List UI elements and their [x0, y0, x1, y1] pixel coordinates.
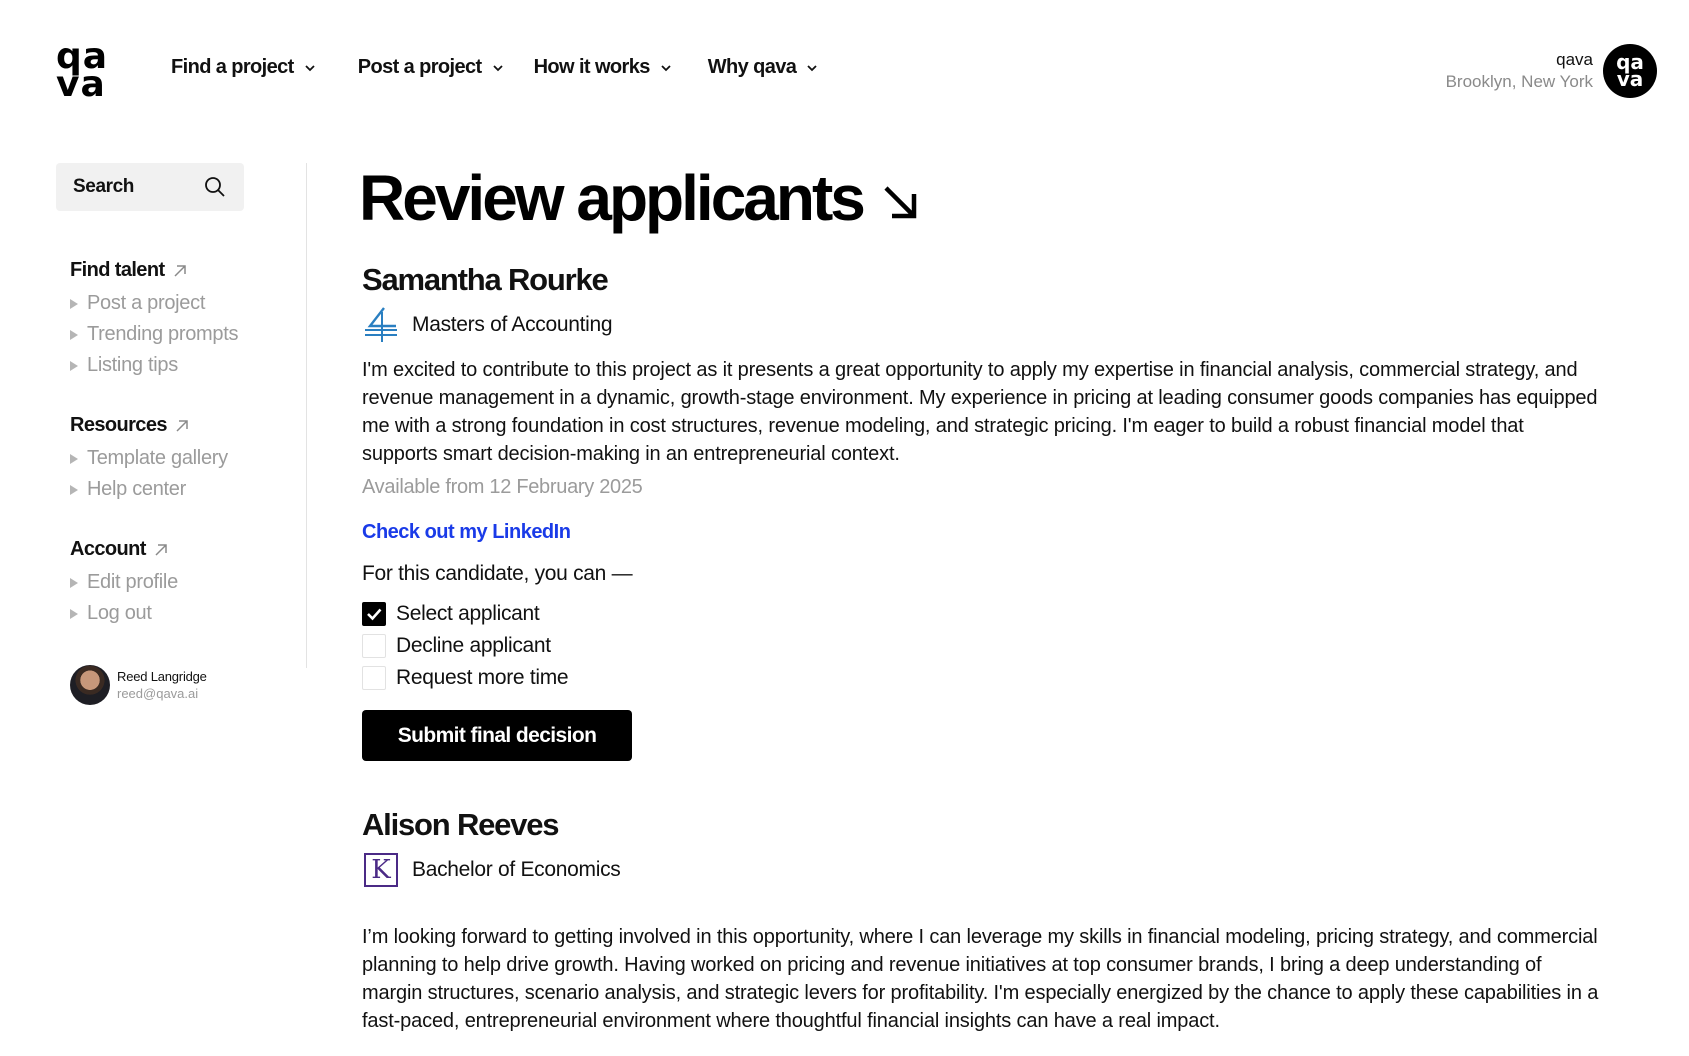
qava-logo[interactable]: qa va [56, 39, 114, 105]
nav-post-a-project[interactable]: Post a project [358, 56, 504, 79]
top-nav: Find a project Post a project How it wor… [171, 56, 854, 79]
submit-decision-button[interactable]: Submit final decision [362, 710, 632, 761]
sidebar-item-help-center[interactable]: Help center [70, 474, 228, 505]
user-info: Reed Langridge reed@qava.ai [117, 668, 207, 702]
search-input[interactable]: Search [56, 163, 244, 211]
avatar [70, 665, 110, 705]
nav-label: Post a project [357, 56, 482, 78]
sidebar-item-edit-profile[interactable]: Edit profile [70, 567, 178, 598]
arrow-down-right-icon [884, 186, 917, 219]
search-label: Search [73, 176, 134, 197]
applicant-card: Samantha Rourke Masters of Accounting I'… [362, 260, 1632, 761]
applicant-degree: K Bachelor of Economics [362, 851, 1632, 889]
checkmark-icon [367, 608, 382, 621]
sidebar-section-resources: Resources Template gallery Help center [56, 414, 228, 505]
nav-find-a-project[interactable]: Find a project [171, 56, 316, 79]
chevron-down-icon [807, 64, 817, 71]
option-request-more-time[interactable]: Request more time [362, 662, 1632, 694]
linkedin-link[interactable]: Check out my LinkedIn [362, 521, 571, 544]
option-label: Request more time [396, 666, 569, 689]
sidebar-heading-resources[interactable]: Resources [70, 414, 228, 437]
sidebar-heading-label: Find talent [70, 259, 165, 281]
nav-label: How it works [533, 56, 651, 78]
account-location: Brooklyn, New York [1445, 72, 1593, 91]
checkbox[interactable] [362, 634, 386, 658]
sidebar-item-label: Help center [87, 478, 186, 500]
applicant-name: Samantha Rourke [362, 262, 609, 297]
sidebar-item-template-gallery[interactable]: Template gallery [70, 443, 228, 474]
sidebar: Search Find talent Post a project Trendi… [56, 163, 306, 705]
applicant-degree: Masters of Accounting [362, 306, 1632, 344]
applicant-bio: I’m looking forward to getting involved … [362, 926, 1599, 1032]
triangle-right-icon [70, 360, 78, 371]
page-title: Review applicants [359, 160, 1632, 236]
current-user[interactable]: Reed Langridge reed@qava.ai [70, 665, 207, 705]
sidebar-item-label: Post a project [87, 292, 206, 314]
chevron-down-icon [305, 64, 315, 71]
option-label: Select applicant [396, 602, 540, 625]
availability-text: Available from 12 February 2025 [362, 476, 643, 498]
sidebar-heading-label: Resources [70, 414, 167, 436]
account-menu[interactable]: qava Brooklyn, New York qa va [1446, 44, 1657, 98]
avatar-logo-line-2: va [1616, 67, 1644, 91]
nav-why-qava[interactable]: Why qava [708, 56, 819, 79]
sidebar-item-label: Template gallery [87, 447, 228, 469]
chevron-down-icon [661, 64, 671, 71]
applicant-card: Alison Reeves K Bachelor of Economics I’… [362, 805, 1632, 1035]
sidebar-list: Edit profile Log out [70, 567, 178, 629]
main-content: Review applicants Samantha Rourke Master… [359, 160, 1632, 1035]
degree-label: Masters of Accounting [412, 313, 613, 336]
sidebar-item-listing-tips[interactable]: Listing tips [70, 350, 238, 381]
sidebar-heading-label: Account [70, 538, 146, 560]
sidebar-item-post-a-project[interactable]: Post a project [70, 288, 238, 319]
chevron-down-icon [492, 64, 503, 71]
triangle-right-icon [70, 484, 78, 495]
nav-label: Find a project [171, 56, 294, 78]
arrow-up-right-icon [173, 264, 186, 277]
sidebar-item-trending-prompts[interactable]: Trending prompts [70, 319, 239, 350]
triangle-right-icon [70, 453, 78, 464]
sidebar-item-label: Log out [87, 602, 152, 624]
arrow-up-right-icon [176, 419, 188, 432]
triangle-right-icon [70, 577, 78, 588]
options-intro: For this candidate, you can — [362, 562, 633, 585]
university-logo-icon [362, 306, 400, 344]
university-logo-letter: K [364, 853, 398, 887]
sidebar-divider [306, 163, 307, 668]
checkbox-checked[interactable] [362, 602, 386, 626]
option-decline-applicant[interactable]: Decline applicant [362, 630, 1632, 662]
sidebar-item-label: Listing tips [87, 354, 178, 376]
triangle-right-icon [70, 329, 78, 340]
account-avatar[interactable]: qa va [1603, 44, 1657, 98]
nav-label: Why qava [707, 56, 797, 78]
university-logo-icon: K [362, 851, 400, 889]
triangle-right-icon [70, 298, 78, 309]
arrow-up-right-icon [155, 543, 167, 556]
user-email: reed@qava.ai [117, 686, 199, 701]
sidebar-heading-account[interactable]: Account [70, 538, 178, 561]
user-name: Reed Langridge [117, 669, 207, 684]
sidebar-heading-find-talent[interactable]: Find talent [70, 259, 238, 282]
sidebar-list: Template gallery Help center [70, 443, 228, 505]
option-select-applicant[interactable]: Select applicant [362, 598, 1632, 630]
degree-label: Bachelor of Economics [412, 858, 621, 881]
checkbox[interactable] [362, 666, 386, 690]
account-name: qava [1556, 50, 1593, 69]
applicant-name: Alison Reeves [362, 807, 560, 842]
search-icon[interactable] [204, 176, 226, 198]
sidebar-section-account: Account Edit profile Log out [56, 538, 178, 629]
nav-how-it-works[interactable]: How it works [534, 56, 672, 79]
option-label: Decline applicant [396, 634, 551, 657]
applicant-bio: I'm excited to contribute to this projec… [362, 359, 1598, 465]
sidebar-item-label: Edit profile [87, 571, 178, 593]
account-text: qava Brooklyn, New York [1446, 49, 1593, 93]
sidebar-item-label: Trending prompts [87, 323, 239, 345]
sidebar-item-log-out[interactable]: Log out [70, 598, 178, 629]
sidebar-list: Post a project Trending prompts Listing … [70, 288, 239, 381]
sidebar-section-find-talent: Find talent Post a project Trending prom… [56, 259, 239, 381]
decision-options: Select applicant Decline applicant Reque… [362, 598, 1632, 694]
triangle-right-icon [70, 608, 78, 619]
logo-line-2: va [56, 64, 106, 105]
page-title-text: Review applicants [359, 162, 866, 234]
